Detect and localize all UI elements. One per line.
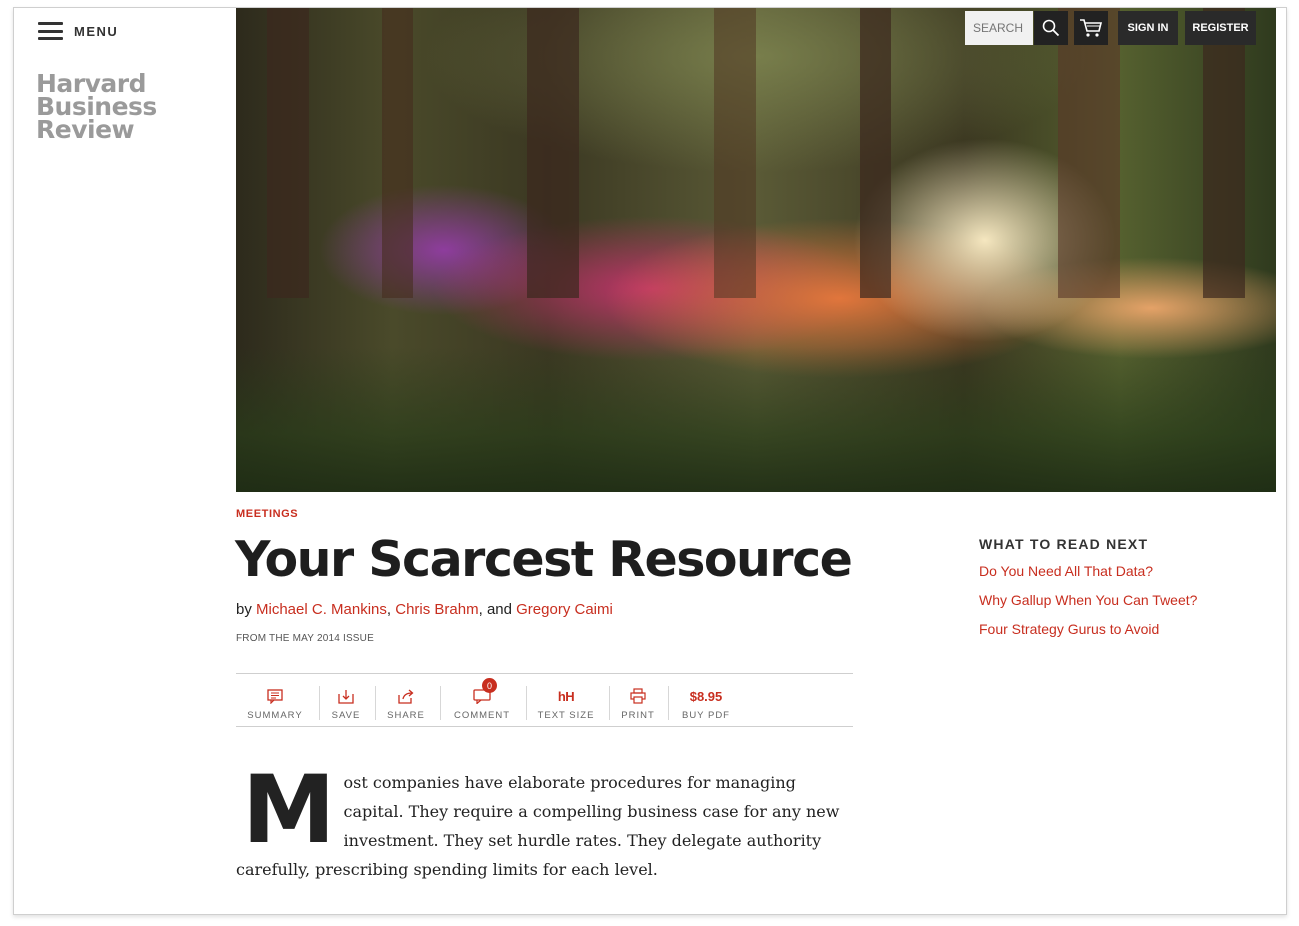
toolbar-divider (375, 686, 376, 720)
text-size-button[interactable]: hH TEXT SIZE (532, 674, 600, 726)
hero-image (236, 8, 1276, 492)
save-icon (338, 689, 354, 704)
hbr-logo[interactable]: Harvard Business Review (36, 71, 157, 144)
print-label: PRINT (621, 710, 655, 721)
byline: by Michael C. Mankins, Chris Brahm, and … (236, 601, 613, 618)
share-icon (398, 689, 414, 704)
read-next-link[interactable]: Four Strategy Gurus to Avoid (979, 621, 1197, 637)
toolbar-divider (319, 686, 320, 720)
menu-label: MENU (74, 23, 119, 39)
author-link[interactable]: Gregory Caimi (516, 601, 613, 618)
save-button[interactable]: SAVE (324, 674, 368, 726)
read-next-heading: WHAT TO READ NEXT (979, 536, 1149, 552)
author-separator: , (386, 601, 396, 618)
search-button[interactable] (1034, 11, 1068, 45)
text-size-icon: hH (557, 688, 575, 704)
print-icon (630, 688, 646, 704)
print-button[interactable]: PRINT (616, 674, 660, 726)
hamburger-icon (38, 22, 63, 40)
article-title: Your Scarcest Resource (235, 531, 853, 588)
article-toolbar: SUMMARY SAVE SHARE 0 COMMENT hH TEXT SIZ… (236, 673, 853, 727)
summary-icon (267, 688, 283, 704)
drop-cap: M (242, 756, 336, 865)
comment-count-badge: 0 (482, 678, 497, 693)
author-link[interactable]: Chris Brahm (395, 601, 478, 618)
summary-button[interactable]: SUMMARY (240, 674, 310, 726)
article-category[interactable]: MEETINGS (236, 508, 298, 520)
toolbar-divider (440, 686, 441, 720)
read-next-link[interactable]: Why Gallup When You Can Tweet? (979, 592, 1197, 608)
logo-line-3: Review (36, 115, 135, 144)
cart-icon (1080, 19, 1103, 37)
issue-date[interactable]: FROM THE MAY 2014 ISSUE (236, 633, 374, 644)
share-label: SHARE (387, 710, 425, 721)
what-to-read-next: WHAT TO READ NEXT Do You Need All That D… (979, 536, 1197, 650)
pdf-price: $8.95 (689, 688, 723, 704)
menu-button[interactable]: MENU (38, 22, 118, 40)
summary-label: SUMMARY (247, 710, 303, 721)
toolbar-divider (609, 686, 610, 720)
author-link[interactable]: Michael C. Mankins (256, 601, 387, 618)
buy-pdf-label: BUY PDF (681, 710, 730, 721)
comment-button[interactable]: 0 COMMENT (446, 674, 518, 726)
read-next-link[interactable]: Do You Need All That Data? (979, 563, 1197, 579)
toolbar-divider (526, 686, 527, 720)
sign-in-button[interactable]: SIGN IN (1118, 11, 1178, 45)
search-input[interactable] (965, 11, 1033, 45)
page-frame: MENU Harvard Business Review SIGN IN REG… (13, 7, 1287, 915)
register-button[interactable]: REGISTER (1185, 11, 1256, 45)
article-body: Most companies have elaborate procedures… (236, 756, 848, 884)
text-size-label: TEXT SIZE (537, 710, 595, 721)
cart-button[interactable] (1074, 11, 1108, 45)
toolbar-divider (668, 686, 669, 720)
search-icon (1042, 19, 1060, 37)
comment-label: COMMENT (453, 710, 511, 721)
byline-prefix: by (236, 601, 257, 618)
buy-pdf-button[interactable]: $8.95 BUY PDF (676, 674, 736, 726)
save-label: SAVE (331, 710, 361, 721)
author-separator: , and (478, 601, 517, 618)
share-button[interactable]: SHARE (380, 674, 432, 726)
